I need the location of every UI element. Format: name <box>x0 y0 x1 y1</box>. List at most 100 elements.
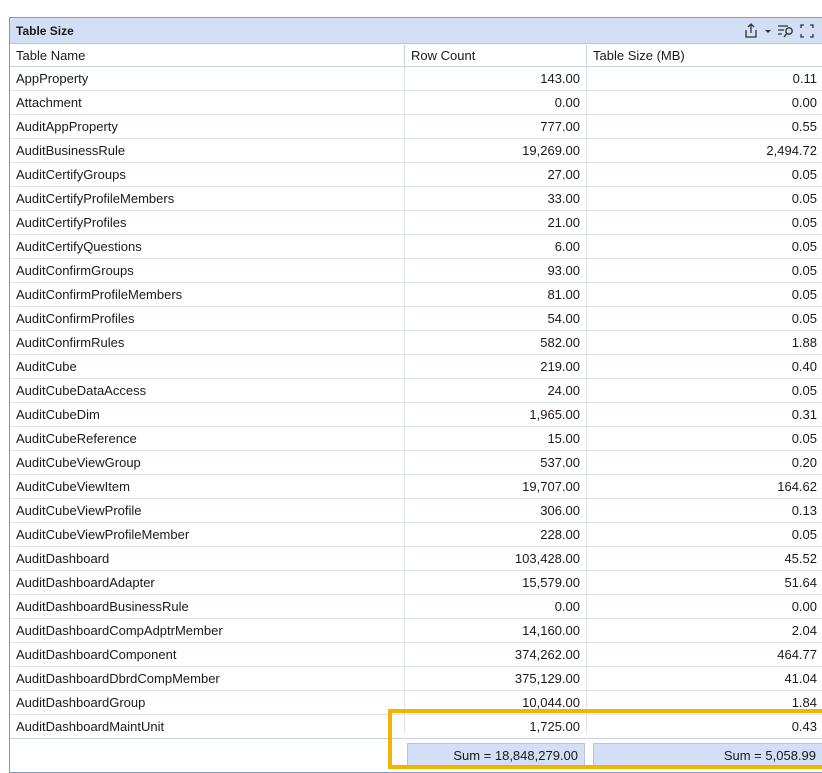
grid-summary-row: Sum = 18,848,279.00 Sum = 5,058.99 <box>10 738 822 772</box>
cell-table-size: 0.00 <box>791 599 817 614</box>
table-row[interactable]: AuditDashboardBusinessRule 0.00 0.00 <box>10 595 822 619</box>
cell-row-count: 93.00 <box>405 259 587 282</box>
table-row[interactable]: AuditCubeDataAccess 24.00 0.05 <box>10 379 822 403</box>
cell-table-name: Attachment <box>10 91 405 114</box>
chevron-down-icon[interactable] <box>764 23 772 39</box>
table-row[interactable]: AuditDashboardMaintUnit 1,725.00 0.43 <box>10 715 822 734</box>
row-count-sum: Sum = 18,848,279.00 <box>407 743 585 769</box>
table-row[interactable]: AuditCubeReference 15.00 0.05 <box>10 427 822 451</box>
cell-table-name: AuditCertifyProfileMembers <box>10 187 405 210</box>
cell-table-name: AuditDashboardComponent <box>10 643 405 666</box>
table-row[interactable]: AuditBusinessRule 19,269.00 2,494.72 <box>10 139 822 163</box>
cell-table-size: 0.05 <box>791 239 817 254</box>
cell-row-count: 0.00 <box>405 595 587 618</box>
table-row[interactable]: AppProperty 143.00 0.11 <box>10 67 822 91</box>
cell-row-count: 537.00 <box>405 451 587 474</box>
cell-table-size: 164.62 <box>777 479 817 494</box>
cell-table-size: 1.84 <box>791 695 817 710</box>
cell-row-count: 27.00 <box>405 163 587 186</box>
cell-table-name: AuditCube <box>10 355 405 378</box>
table-row[interactable]: AuditCubeViewItem 19,707.00 164.62 <box>10 475 822 499</box>
cell-table-name: AuditCubeViewItem <box>10 475 405 498</box>
cell-table-name: AppProperty <box>10 67 405 90</box>
cell-row-count: 15,579.00 <box>405 571 587 594</box>
table-row[interactable]: AuditCubeDim 1,965.00 0.31 <box>10 403 822 427</box>
cell-table-name: AuditConfirmProfileMembers <box>10 283 405 306</box>
table-row[interactable]: AuditCertifyProfileMembers 33.00 0.05 <box>10 187 822 211</box>
cell-table-size: 0.05 <box>791 167 817 182</box>
table-row[interactable]: AuditAppProperty 777.00 0.55 <box>10 115 822 139</box>
cell-table-size: 0.11 <box>792 71 817 86</box>
export-icon[interactable] <box>743 22 759 39</box>
table-row[interactable]: Attachment 0.00 0.00 <box>10 91 822 115</box>
filter-search-icon[interactable] <box>777 23 795 39</box>
cell-table-size: 0.05 <box>791 287 817 302</box>
cell-row-count: 777.00 <box>405 115 587 138</box>
cell-table-name: AuditDashboardAdapter <box>10 571 405 594</box>
cell-row-count: 374,262.00 <box>405 643 587 666</box>
table-row[interactable]: AuditConfirmProfiles 54.00 0.05 <box>10 307 822 331</box>
cell-table-size: 2.04 <box>791 623 817 638</box>
column-header-row-count[interactable]: Row Count <box>405 45 587 66</box>
cell-table-size: 0.40 <box>791 359 817 374</box>
cell-table-name: AuditDashboardBusinessRule <box>10 595 405 618</box>
table-row[interactable]: AuditCubeViewProfile 306.00 0.13 <box>10 499 822 523</box>
cell-table-name: AuditDashboardCompAdptrMember <box>10 619 405 642</box>
table-row[interactable]: AuditCertifyProfiles 21.00 0.05 <box>10 211 822 235</box>
cell-table-name: AuditCubeDim <box>10 403 405 426</box>
cell-table-name: AuditCertifyQuestions <box>10 235 405 258</box>
cell-table-size: 0.20 <box>791 455 817 470</box>
cell-row-count: 14,160.00 <box>405 619 587 642</box>
table-row[interactable]: AuditDashboardGroup 10,044.00 1.84 <box>10 691 822 715</box>
cell-table-name: AuditBusinessRule <box>10 139 405 162</box>
cell-row-count: 21.00 <box>405 211 587 234</box>
table-row[interactable]: AuditCertifyGroups 27.00 0.05 <box>10 163 822 187</box>
cell-row-count: 1,965.00 <box>405 403 587 426</box>
cell-table-size: 41.04 <box>784 671 817 686</box>
cell-row-count: 306.00 <box>405 499 587 522</box>
cell-row-count: 15.00 <box>405 427 587 450</box>
table-row[interactable]: AuditDashboardCompAdptrMember 14,160.00 2.… <box>10 619 822 643</box>
panel-toolbar <box>743 22 814 39</box>
cell-row-count: 33.00 <box>405 187 587 210</box>
table-row[interactable]: AuditCube 219.00 0.40 <box>10 355 822 379</box>
cell-table-name: AuditConfirmRules <box>10 331 405 354</box>
grid-body[interactable]: AppProperty 143.00 0.11 Attachment 0.00 0.00 A… <box>10 67 822 734</box>
cell-table-size: 0.55 <box>791 119 817 134</box>
table-row[interactable]: AuditDashboard 103,428.00 45.52 <box>10 547 822 571</box>
cell-table-size: 0.00 <box>791 95 817 110</box>
cell-table-name: AuditCubeViewGroup <box>10 451 405 474</box>
cell-table-size: 0.43 <box>791 719 817 734</box>
table-row[interactable]: AuditCubeViewProfileMember 228.00 0.05 <box>10 523 822 547</box>
table-row[interactable]: AuditConfirmProfileMembers 81.00 0.05 <box>10 283 822 307</box>
cell-table-size: 2,494.72 <box>766 143 817 158</box>
table-row[interactable]: AuditDashboardDbrdCompMember 375,129.00 41… <box>10 667 822 691</box>
panel-title: Table Size <box>16 23 74 38</box>
cell-row-count: 0.00 <box>405 91 587 114</box>
cell-table-name: AuditDashboardDbrdCompMember <box>10 667 405 690</box>
cell-table-size: 0.05 <box>791 311 817 326</box>
table-row[interactable]: AuditDashboardAdapter 15,579.00 51.64 <box>10 571 822 595</box>
cell-table-name: AuditDashboard <box>10 547 405 570</box>
cell-table-name: AuditCertifyGroups <box>10 163 405 186</box>
table-row[interactable]: AuditDashboardComponent 374,262.00 464.77 <box>10 643 822 667</box>
cell-table-name: AuditCertifyProfiles <box>10 211 405 234</box>
table-row[interactable]: AuditConfirmGroups 93.00 0.05 <box>10 259 822 283</box>
table-row[interactable]: AuditConfirmRules 582.00 1.88 <box>10 331 822 355</box>
cell-table-size: 0.05 <box>791 527 817 542</box>
table-row[interactable]: AuditCertifyQuestions 6.00 0.05 <box>10 235 822 259</box>
cell-row-count: 54.00 <box>405 307 587 330</box>
table-row[interactable]: AuditCubeViewGroup 537.00 0.20 <box>10 451 822 475</box>
fullscreen-icon[interactable] <box>800 23 814 38</box>
cell-table-name: AuditConfirmProfiles <box>10 307 405 330</box>
cell-row-count: 375,129.00 <box>405 667 587 690</box>
cell-table-size: 0.05 <box>791 191 817 206</box>
column-header-table-size[interactable]: Table Size (MB) <box>587 45 822 66</box>
cell-row-count: 6.00 <box>405 235 587 258</box>
column-header-table-name[interactable]: Table Name <box>10 45 405 66</box>
cell-table-size: 1.88 <box>791 335 817 350</box>
cell-table-size: 0.05 <box>791 431 817 446</box>
cell-table-name: AuditCubeReference <box>10 427 405 450</box>
panel-titlebar: Table Size <box>10 18 822 44</box>
cell-table-size: 0.13 <box>791 503 817 518</box>
